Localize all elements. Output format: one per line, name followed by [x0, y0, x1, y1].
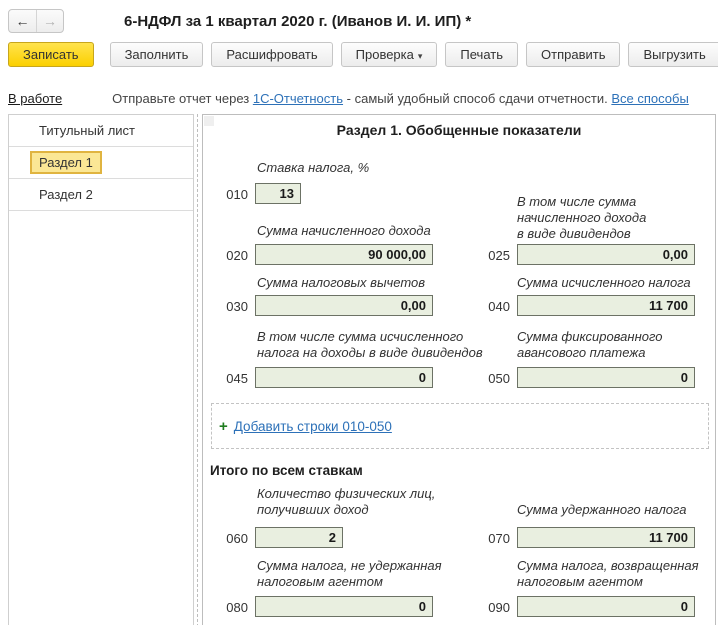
field-label-040: Сумма исчисленного налога	[517, 275, 691, 291]
status-text-middle: - самый удобный способ сдачи отчетности.	[343, 91, 611, 106]
sidebar-item-label-selected: Раздел 1	[30, 151, 102, 174]
report-window: ← → 6-НДФЛ за 1 квартал 2020 г. (Иванов …	[0, 0, 718, 625]
export-button[interactable]: Выгрузить	[628, 42, 718, 67]
save-button[interactable]: Записать	[8, 42, 94, 67]
field-label-060: Количество физических лиц, получивших до…	[257, 486, 435, 518]
window-body: Титульный лист Раздел 1 Раздел 2 Раздел …	[8, 114, 718, 625]
field-label-090: Сумма налога, возвращенная налоговым аге…	[517, 558, 699, 590]
field-code-045: 045	[208, 371, 248, 386]
status-bar: В работе Отправьте отчет через 1С-Отчетн…	[0, 67, 718, 114]
field-label-025: В том числе сумма начисленного дохода в …	[517, 194, 646, 242]
back-arrow-icon: ←	[16, 13, 30, 29]
field-label-080: Сумма налога, не удержанная налоговым аг…	[257, 558, 442, 590]
sidebar-item-title-page[interactable]: Титульный лист	[9, 115, 193, 147]
field-code-020: 020	[208, 248, 248, 263]
sidebar-item-label: Титульный лист	[39, 123, 135, 138]
field-080[interactable]: 0	[255, 596, 433, 617]
field-label-045: В том числе сумма исчисленного налога на…	[257, 329, 483, 361]
field-010[interactable]: 13	[255, 183, 301, 204]
field-label-050: Сумма фиксированного авансового платежа	[517, 329, 662, 361]
status-message: Отправьте отчет через 1С-Отчетность - са…	[112, 91, 689, 106]
field-040[interactable]: 11 700	[517, 295, 695, 316]
report-state-link[interactable]: В работе	[8, 91, 62, 106]
back-button[interactable]: ←	[9, 10, 36, 32]
forward-button[interactable]: →	[36, 10, 63, 32]
field-025[interactable]: 0,00	[517, 244, 695, 265]
fill-button[interactable]: Заполнить	[110, 42, 204, 67]
field-label-070: Сумма удержанного налога	[517, 502, 687, 518]
sidebar-item-label: Раздел 2	[39, 187, 93, 202]
add-rows-box: + Добавить строки 010-050	[211, 403, 709, 449]
history-nav-group: ← →	[8, 9, 64, 33]
field-045[interactable]: 0	[255, 367, 433, 388]
field-code-050: 050	[470, 371, 510, 386]
field-label-010: Ставка налога, %	[257, 160, 369, 176]
toolbar: Записать Заполнить Расшифровать Проверка…	[0, 34, 718, 67]
sidebar-splitter[interactable]	[194, 114, 202, 625]
field-code-025: 025	[470, 248, 510, 263]
title-bar: ← → 6-НДФЛ за 1 квартал 2020 г. (Иванов …	[0, 0, 718, 34]
print-button[interactable]: Печать	[445, 42, 518, 67]
chevron-down-icon: ▾	[418, 51, 423, 61]
field-label-030: Сумма налоговых вычетов	[257, 275, 425, 291]
field-code-060: 060	[208, 531, 248, 546]
totals-heading: Итого по всем ставкам	[210, 463, 363, 478]
field-060[interactable]: 2	[255, 527, 343, 548]
field-label-020: Сумма начисленного дохода	[257, 223, 431, 239]
field-050[interactable]: 0	[517, 367, 695, 388]
field-020[interactable]: 90 000,00	[255, 244, 433, 265]
field-code-080: 080	[208, 600, 248, 615]
section-title: Раздел 1. Обобщенные показатели	[203, 122, 715, 138]
add-plus-icon: +	[219, 418, 228, 435]
sidebar-item-section-2[interactable]: Раздел 2	[9, 179, 193, 211]
field-code-090: 090	[470, 600, 510, 615]
field-070[interactable]: 11 700	[517, 527, 695, 548]
field-030[interactable]: 0,00	[255, 295, 433, 316]
section1-form-panel: Раздел 1. Обобщенные показатели Ставка н…	[202, 114, 716, 625]
check-dropdown-button[interactable]: Проверка ▾	[341, 42, 438, 67]
field-code-030: 030	[208, 299, 248, 314]
all-methods-link[interactable]: Все способы	[611, 91, 688, 106]
decipher-button[interactable]: Расшифровать	[211, 42, 332, 67]
sidebar-item-section-1[interactable]: Раздел 1	[9, 147, 193, 179]
send-button[interactable]: Отправить	[526, 42, 620, 67]
1c-reporting-link[interactable]: 1С-Отчетность	[253, 91, 343, 106]
field-code-040: 040	[470, 299, 510, 314]
field-090[interactable]: 0	[517, 596, 695, 617]
sections-sidebar: Титульный лист Раздел 1 Раздел 2	[8, 114, 194, 625]
check-button-label: Проверка	[356, 47, 414, 62]
field-code-010: 010	[208, 187, 248, 202]
field-code-070: 070	[470, 531, 510, 546]
status-text-before: Отправьте отчет через	[112, 91, 253, 106]
page-title: 6-НДФЛ за 1 квартал 2020 г. (Иванов И. И…	[124, 13, 471, 30]
add-rows-link[interactable]: Добавить строки 010-050	[234, 419, 392, 434]
forward-arrow-icon: →	[43, 13, 57, 29]
